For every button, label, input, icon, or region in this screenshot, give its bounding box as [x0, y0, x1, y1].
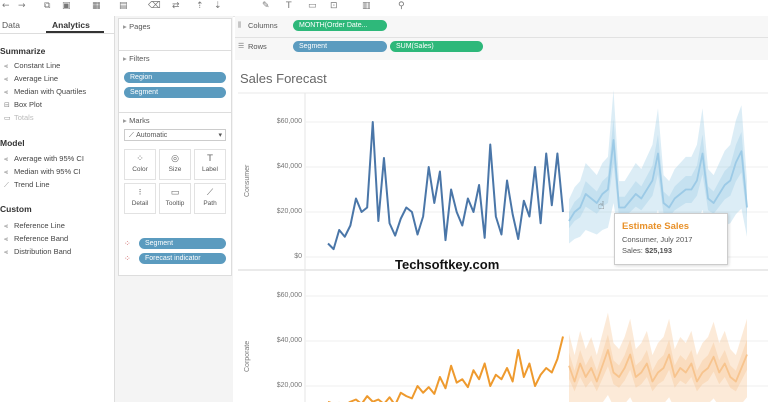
history-series-line [327, 121, 564, 251]
tooltip: Estimate Sales Consumer, July 2017 Sales… [614, 213, 728, 265]
watermark: Techsoftkey.com [395, 257, 500, 272]
hand-cursor-icon: ☝ [598, 199, 605, 212]
tooltip-title: Estimate Sales [622, 221, 690, 232]
tooltip-line2: Sales: $25,193 [622, 246, 673, 255]
tooltip-line1: Consumer, July 2017 [622, 235, 693, 244]
sales-forecast-chart[interactable] [0, 0, 768, 402]
history-series-line [327, 336, 564, 402]
